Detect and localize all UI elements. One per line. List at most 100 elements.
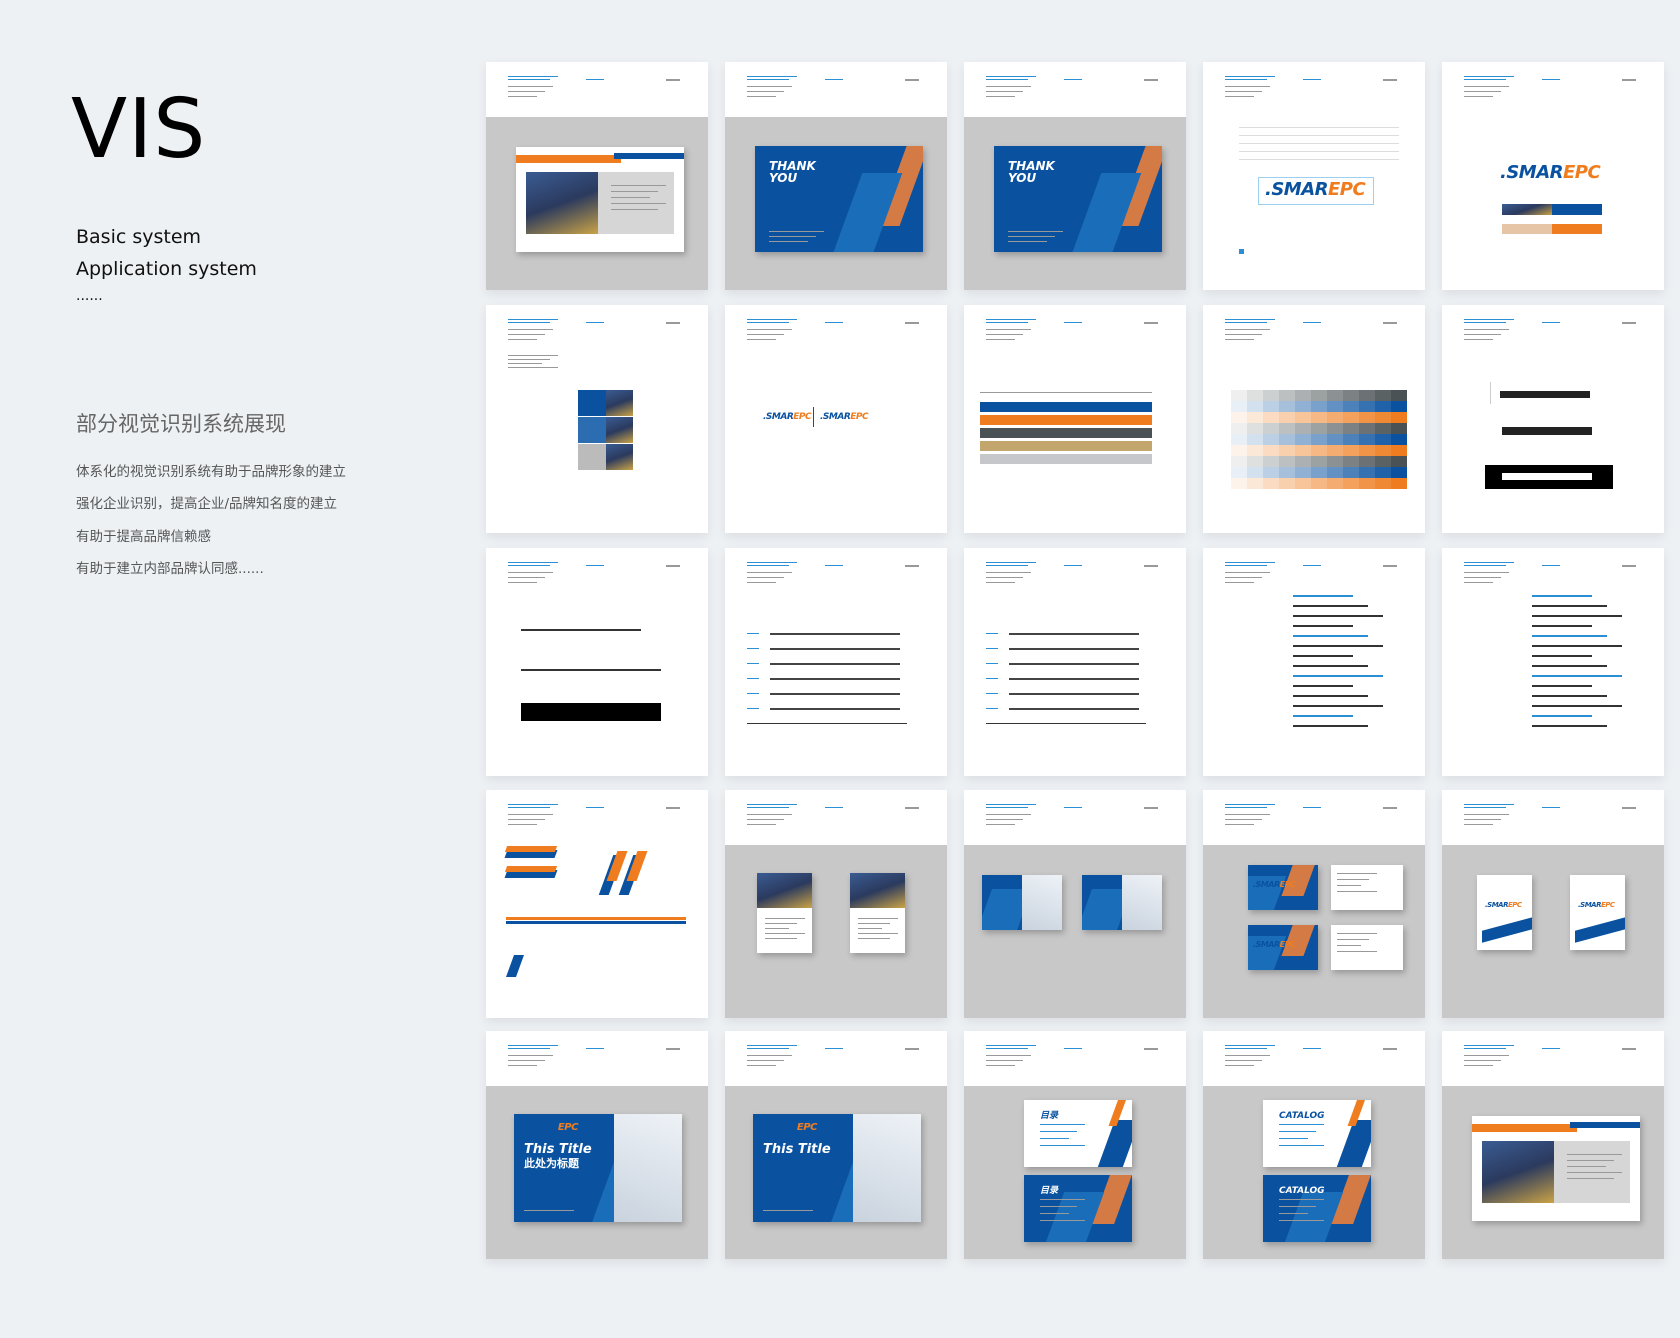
text-line [1464, 572, 1509, 573]
slide-mockup: 目录 [1024, 1175, 1132, 1242]
vis-page-thumbnail[interactable] [1442, 305, 1664, 533]
text-line [508, 91, 545, 92]
text-line [858, 933, 898, 934]
text-line [1464, 1048, 1506, 1049]
font-sample [1532, 605, 1607, 607]
text-line [508, 319, 558, 320]
text-line [1279, 1124, 1324, 1125]
vis-page-thumbnail[interactable]: 目录 目录 [964, 1031, 1186, 1259]
swatch-cell [1263, 412, 1279, 423]
logo-text: .SMAR [1253, 880, 1280, 889]
rule [747, 723, 907, 724]
text-line [1225, 577, 1262, 578]
text-line [1225, 819, 1262, 820]
section-label [1303, 322, 1321, 323]
vis-page-thumbnail[interactable] [964, 790, 1186, 1018]
vis-page-thumbnail[interactable] [1442, 548, 1664, 776]
swatch-cell [1343, 445, 1359, 456]
text-line [1464, 1060, 1501, 1061]
vis-page-thumbnail[interactable]: .SMAREPC [1442, 62, 1664, 290]
vis-page-thumbnail[interactable] [486, 305, 708, 533]
text-line [1464, 577, 1501, 578]
page-header [964, 548, 1186, 603]
page-number [1622, 322, 1636, 324]
font-sample [1293, 725, 1368, 727]
text-line [1337, 879, 1369, 880]
vis-page-thumbnail[interactable] [964, 548, 1186, 776]
text-line [747, 329, 792, 330]
swatch-cell [1343, 434, 1359, 445]
vis-page-thumbnail[interactable]: .SMAREPC [1203, 62, 1425, 290]
swatch-cell [1375, 423, 1391, 434]
vis-page-thumbnail[interactable] [486, 790, 708, 1018]
vis-page-thumbnail[interactable]: THANK YOU [725, 62, 947, 290]
page-number [666, 79, 680, 81]
vis-page-thumbnail[interactable]: .SMAREPC This Title [725, 1031, 947, 1259]
font-sample [1293, 695, 1368, 697]
vis-page-thumbnail[interactable] [725, 548, 947, 776]
vis-page-thumbnail[interactable]: .SMAREPC This Title 此处为标题 [486, 1031, 708, 1259]
text-line [986, 86, 1031, 87]
section-label [825, 807, 843, 808]
text-line [747, 804, 797, 805]
swatch-cell [1295, 423, 1311, 434]
section-label [1064, 1048, 1082, 1049]
vis-page-thumbnail[interactable]: THANK YOU [964, 62, 1186, 290]
vis-page-thumbnail[interactable]: CATALOG CATALOG [1203, 1031, 1425, 1259]
page-number [1144, 807, 1158, 809]
text-line [986, 562, 1036, 563]
logo-text: EPC [1279, 940, 1296, 949]
vis-page-thumbnail[interactable] [725, 790, 947, 1018]
vis-page-thumbnail[interactable] [1203, 548, 1425, 776]
swatch-cell [1359, 467, 1375, 478]
page-body: .SMAREPC .SMAREPC [1442, 845, 1664, 1018]
text-line [986, 824, 1015, 825]
brand-shape [504, 866, 558, 872]
blue-header-bar [614, 153, 684, 159]
row-label [986, 633, 998, 634]
text-line [1225, 565, 1267, 566]
text-line [508, 355, 558, 356]
swatch-cell [1295, 412, 1311, 423]
black-bar [521, 703, 661, 721]
swatch-cell [1231, 423, 1247, 434]
row-text [1009, 663, 1139, 665]
section-label [1542, 322, 1560, 323]
font-sample [1532, 715, 1592, 717]
page-body: THANK YOU [725, 117, 947, 290]
swatch-cell [1375, 478, 1391, 489]
text-line [508, 1060, 545, 1061]
text-line [1464, 814, 1509, 815]
page-number [905, 807, 919, 809]
text-line [1464, 1065, 1493, 1066]
slide-mockup: THANK YOU [994, 146, 1162, 252]
font-sample [1293, 715, 1353, 717]
text-line [747, 807, 789, 808]
text-line [1225, 1065, 1254, 1066]
row-text [770, 708, 900, 710]
page-body: .SMAREPC [1442, 117, 1664, 290]
slide-mockup [982, 875, 1062, 930]
text-line [986, 814, 1031, 815]
swatch-cell [1295, 467, 1311, 478]
vis-page-thumbnail[interactable]: .SMAREPC .SMAREPC [725, 305, 947, 533]
swatch-cell [1359, 434, 1375, 445]
vis-page-thumbnail[interactable] [486, 548, 708, 776]
text-line [508, 329, 553, 330]
text-line [1464, 824, 1493, 825]
page-number [666, 807, 680, 809]
vis-page-thumbnail[interactable]: .SMAREPC .SMAREPC [1203, 790, 1425, 1018]
vis-page-thumbnail[interactable] [964, 305, 1186, 533]
slide-mockup: .SMAREPC [1248, 925, 1318, 970]
section-label [586, 807, 604, 808]
text-line [1464, 582, 1493, 583]
logo-text: .SMAR [763, 412, 794, 422]
vis-page-thumbnail[interactable] [1203, 305, 1425, 533]
vis-page-thumbnail[interactable] [486, 62, 708, 290]
vis-page-thumbnail[interactable]: .SMAREPC .SMAREPC [1442, 790, 1664, 1018]
bag-stripe [1575, 909, 1625, 943]
swatch-cell [1391, 390, 1407, 401]
vis-page-thumbnail[interactable] [1442, 1031, 1664, 1259]
thank-you-title: THANK YOU [1008, 159, 1055, 185]
swatch-cell [1295, 456, 1311, 467]
